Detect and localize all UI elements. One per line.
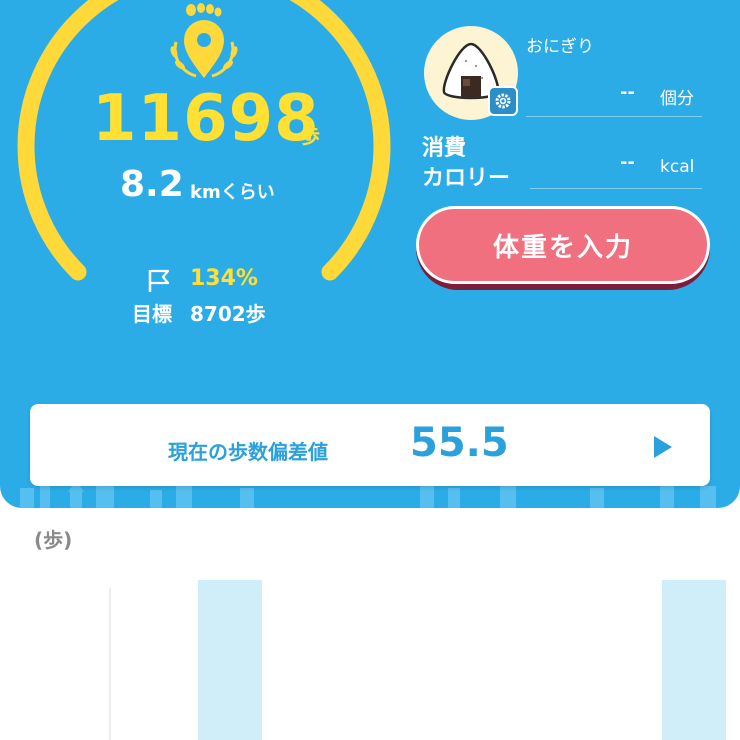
goal-achievement-percent: 134% [190,266,258,291]
calorie-unit: kcal [660,157,695,177]
food-count-unit: 個分 [660,89,694,109]
calorie-divider [530,188,702,189]
gear-icon[interactable] [488,86,518,116]
chart-bar [662,580,726,740]
goal-value: 8702歩 [190,302,266,326]
food-divider [526,116,702,117]
calorie-label-line-1: 消費 [422,136,467,161]
enter-weight-button-label: 体重を入力 [416,206,710,284]
play-arrow-icon [654,436,672,458]
chart-unit-label: (歩) [34,528,73,552]
food-name: おにぎり [526,37,594,57]
deviation-value: 55.5 [410,420,509,466]
distance-unit: kmくらい [190,182,275,203]
flag-icon [148,269,170,292]
calorie-label: 消費 カロリー [422,134,532,194]
step-deviation-card[interactable]: 現在の歩数偏差値 55.5 [30,404,710,486]
goal-label: 目標 [132,302,172,326]
distance-value: 8.2 [120,164,184,205]
enter-weight-button[interactable]: 体重を入力 [416,206,710,290]
chart-bar [198,580,262,740]
step-count: 11698 [92,82,320,156]
calorie-label-line-2: カロリー [422,166,511,191]
deviation-label: 現在の歩数偏差値 [168,440,328,464]
food-count-value: -- [620,82,635,103]
calorie-value: -- [620,152,635,173]
step-count-unit: 歩 [300,124,320,148]
laurel-pin-icon [170,3,238,78]
step-history-chart: 20,00020,15911,698 [109,580,726,740]
